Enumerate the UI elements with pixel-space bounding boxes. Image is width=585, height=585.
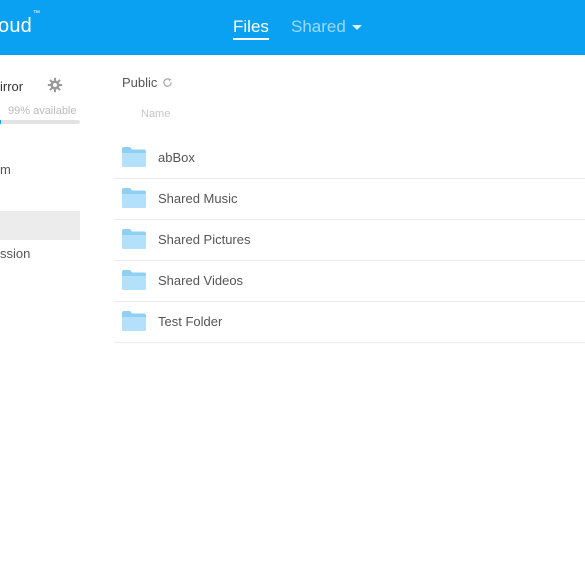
folder-icon xyxy=(122,229,146,249)
file-row[interactable]: Shared Videos xyxy=(114,261,585,302)
tab-shared-label: Shared xyxy=(291,17,346,36)
file-name[interactable]: Shared Pictures xyxy=(158,232,251,247)
folder-icon xyxy=(122,147,146,167)
chevron-down-icon xyxy=(351,24,362,30)
sidebar-item-selected[interactable] xyxy=(0,211,80,240)
brand-logo[interactable]: oud™ xyxy=(0,10,40,38)
brand-trademark: ™ xyxy=(32,10,41,18)
sidebar-item-1[interactable]: m xyxy=(0,162,11,177)
sidebar-item-3[interactable]: ssion xyxy=(0,246,30,261)
folder-icon xyxy=(122,270,146,290)
top-bar: oud™ Files Shared xyxy=(0,0,585,55)
tab-files[interactable]: Files xyxy=(233,17,269,37)
file-row[interactable]: Shared Music xyxy=(114,179,585,220)
refresh-icon[interactable] xyxy=(162,77,173,88)
storage-usage-fill xyxy=(0,120,1,124)
tab-files-active-indicator xyxy=(233,38,269,40)
folder-icon xyxy=(122,311,146,331)
brand-text: oud xyxy=(0,15,32,37)
storage-available-text: 99% available xyxy=(8,105,77,117)
file-name[interactable]: Shared Music xyxy=(158,191,237,206)
gear-icon[interactable] xyxy=(47,77,63,93)
folder-icon xyxy=(122,188,146,208)
file-name[interactable]: Shared Videos xyxy=(158,273,243,288)
file-row[interactable]: Test Folder xyxy=(114,302,585,343)
breadcrumb: Public xyxy=(122,75,173,90)
file-row[interactable]: abBox xyxy=(114,138,585,179)
file-row[interactable]: Shared Pictures xyxy=(114,220,585,261)
tab-shared[interactable]: Shared xyxy=(291,17,362,37)
breadcrumb-current[interactable]: Public xyxy=(122,75,157,90)
account-name: irror xyxy=(0,79,24,94)
file-name[interactable]: abBox xyxy=(158,150,195,165)
column-header-name[interactable]: Name xyxy=(141,108,170,120)
storage-usage-bar xyxy=(0,120,80,124)
file-name[interactable]: Test Folder xyxy=(158,314,222,329)
